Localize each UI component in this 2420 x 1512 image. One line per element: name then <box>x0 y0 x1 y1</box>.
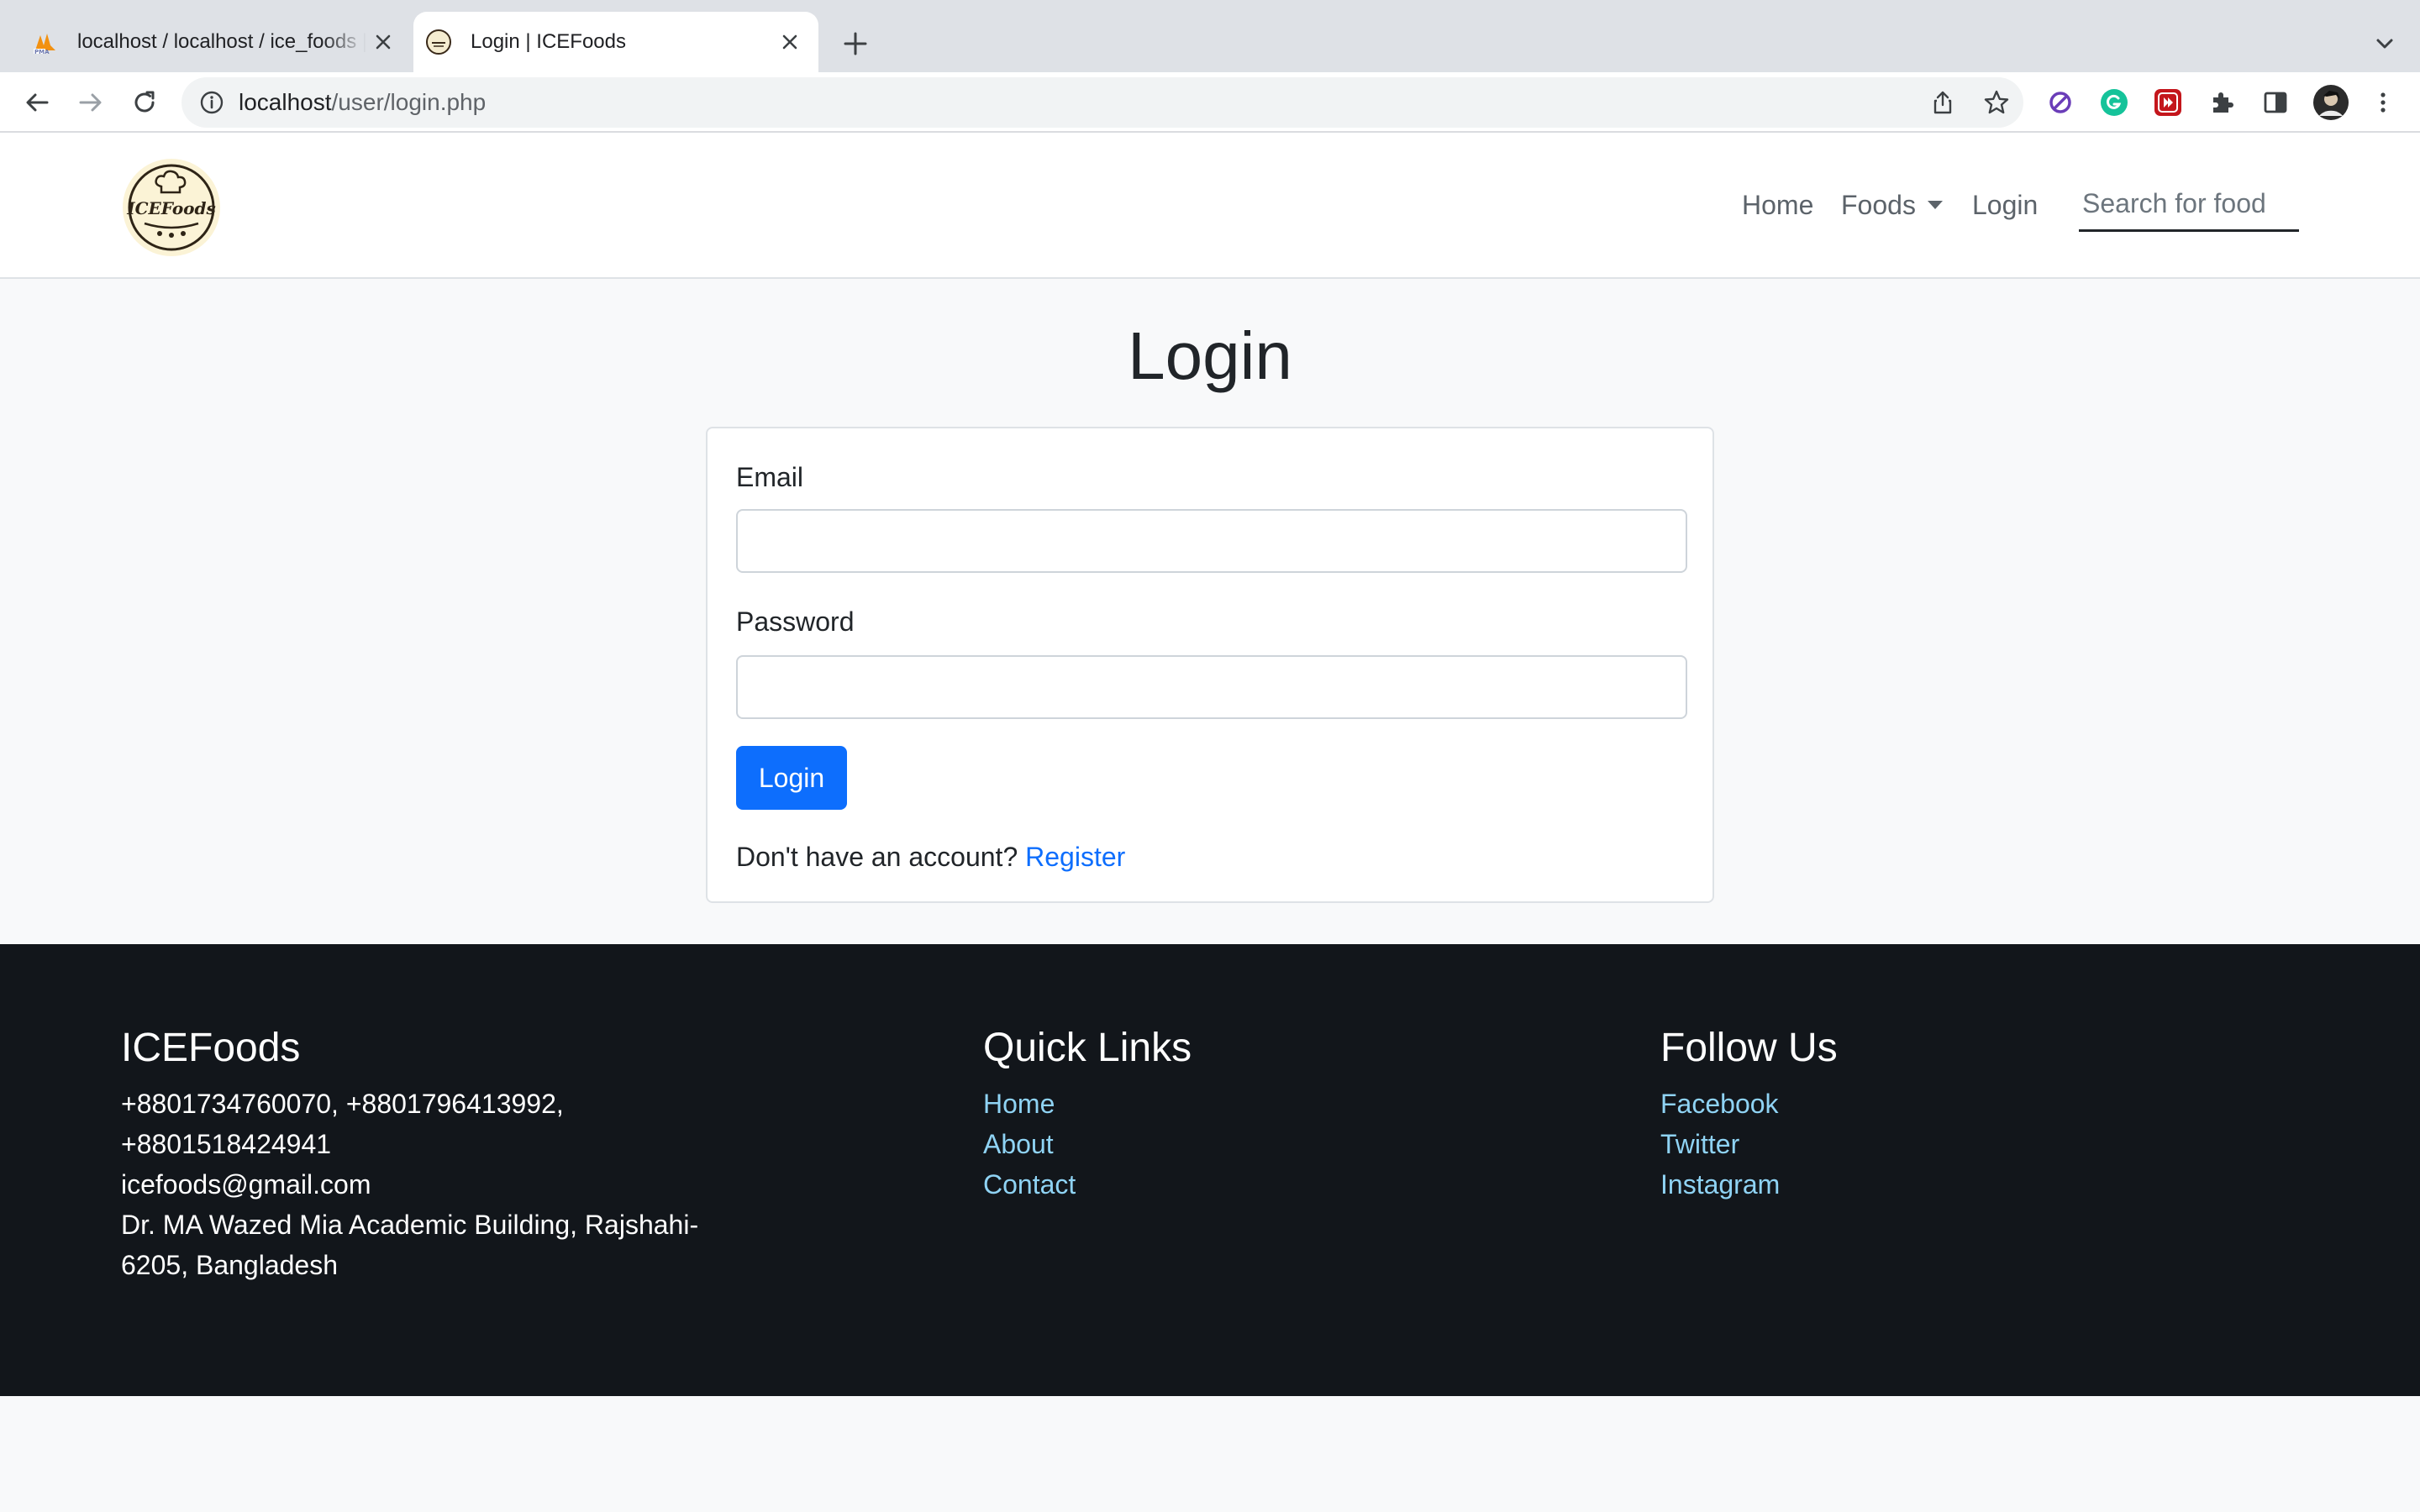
footer-link-home[interactable]: Home <box>983 1084 1487 1124</box>
footer-follow-us-heading: Follow Us <box>1660 1026 1838 1070</box>
page-title: Login <box>1128 318 1292 393</box>
footer-quick-links-heading: Quick Links <box>983 1026 1192 1070</box>
tab-title: Login | ICEFoods <box>471 30 627 53</box>
media-extension-icon[interactable] <box>2151 86 2185 119</box>
footer-brand-heading: ICEFoods <box>121 1026 301 1070</box>
footer-address-line2: 6205, Bangladesh <box>121 1250 338 1280</box>
register-prompt-text: Don't have an account? <box>736 842 1018 872</box>
back-icon[interactable] <box>17 82 57 123</box>
site-logo[interactable]: ICEFoods <box>121 158 222 257</box>
footer-follow-us-column: Follow Us Facebook Twitter Instagram <box>1660 1023 2165 1205</box>
tab-title: localhost / localhost / ice_foods | phpM… <box>77 30 366 53</box>
svg-text:PMA: PMA <box>34 49 50 55</box>
email-field[interactable] <box>736 509 1687 573</box>
forward-icon[interactable] <box>71 82 111 123</box>
nav-login-link[interactable]: Login <box>1972 190 2038 221</box>
share-icon[interactable] <box>1923 82 1963 123</box>
password-field[interactable] <box>736 655 1687 719</box>
side-panel-icon[interactable] <box>2259 86 2292 119</box>
login-button[interactable]: Login <box>736 746 847 810</box>
logo-lettering: ICEFoods <box>126 198 216 218</box>
tab-login-icefoods[interactable]: Login | ICEFoods <box>413 12 818 72</box>
url-host: localhost <box>239 89 332 115</box>
password-label: Password <box>736 606 855 637</box>
nav-foods-dropdown[interactable]: Foods <box>1841 190 1943 221</box>
tab-search-chevron-down-icon[interactable] <box>2366 25 2403 62</box>
menu-kebab-icon[interactable] <box>2366 86 2400 119</box>
reload-icon[interactable] <box>124 82 165 123</box>
close-tab-icon[interactable] <box>773 25 807 59</box>
profile-avatar[interactable] <box>2311 82 2351 123</box>
footer-address-line1: Dr. MA Wazed Mia Academic Building, Rajs… <box>121 1210 699 1240</box>
nav-foods-label: Foods <box>1841 190 1916 220</box>
site-navbar: ICEFoods Home Foods Login <box>0 133 2420 279</box>
footer-link-twitter[interactable]: Twitter <box>1660 1124 2165 1164</box>
footer-link-instagram[interactable]: Instagram <box>1660 1164 2165 1205</box>
new-tab-plus-icon[interactable] <box>837 25 874 62</box>
email-label: Email <box>736 462 804 492</box>
info-icon[interactable] <box>197 87 227 118</box>
footer-link-about[interactable]: About <box>983 1124 1487 1164</box>
footer-link-contact[interactable]: Contact <box>983 1164 1487 1205</box>
footer-quick-links-column: Quick Links Home About Contact <box>983 1023 1487 1205</box>
extensions-puzzle-icon[interactable] <box>2205 86 2238 119</box>
phpmyadmin-favicon-icon: PMA <box>34 34 55 55</box>
footer-email: icefoods@gmail.com <box>121 1169 371 1200</box>
url-text[interactable]: localhost/user/login.php <box>239 89 486 116</box>
caret-down-icon <box>1927 201 1943 209</box>
login-card: Email Password Login Don't have an accou… <box>706 427 1714 903</box>
privacy-extension-icon[interactable] <box>2044 86 2077 119</box>
browser-tab-strip: PMA localhost / localhost / ice_foods | … <box>0 0 2420 72</box>
icefoods-favicon-icon <box>426 29 451 55</box>
tab-phpmyadmin[interactable]: PMA localhost / localhost / ice_foods | … <box>20 12 412 72</box>
footer-link-facebook[interactable]: Facebook <box>1660 1084 2165 1124</box>
nav-home-link[interactable]: Home <box>1742 190 1813 221</box>
url-path: /user/login.php <box>331 89 487 115</box>
icefoods-logo-icon: ICEFoods <box>123 159 220 256</box>
footer-phones-line1: +8801734760070, +8801796413992, <box>121 1089 564 1119</box>
browser-toolbar: localhost/user/login.php <box>0 72 2420 133</box>
register-link[interactable]: Register <box>1025 842 1125 872</box>
food-search-input[interactable] <box>2079 178 2299 232</box>
footer-contact-column: ICEFoods +8801734760070, +8801796413992,… <box>121 1023 726 1285</box>
register-prompt-line: Don't have an account? Register <box>736 842 1125 873</box>
close-tab-icon[interactable] <box>366 25 400 59</box>
footer-phones-line2: +8801518424941 <box>121 1129 332 1159</box>
address-bar[interactable]: localhost/user/login.php <box>182 77 2023 128</box>
site-footer: ICEFoods +8801734760070, +8801796413992,… <box>0 944 2420 1396</box>
grammarly-extension-icon[interactable] <box>2097 86 2131 119</box>
star-icon[interactable] <box>1976 82 2017 123</box>
